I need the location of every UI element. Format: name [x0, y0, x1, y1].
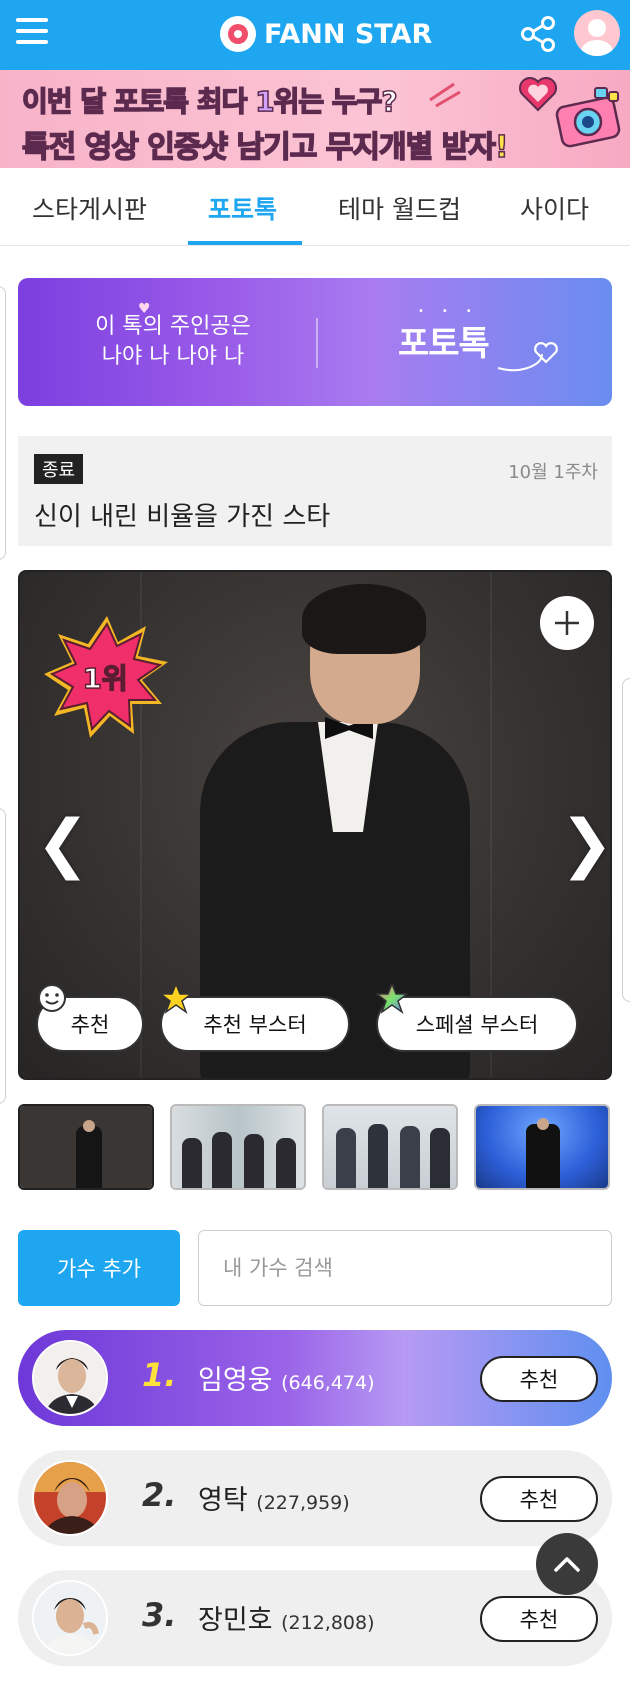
- thumbnail-figure: [368, 1124, 388, 1188]
- prev-photo-button[interactable]: ❮: [36, 812, 90, 876]
- rainbow-star-icon: [376, 982, 408, 1014]
- banner-caption: ♥ 이 톡의 주인공은 나야 나 나야 나: [68, 301, 278, 372]
- plus-icon: [555, 611, 579, 635]
- smile-icon: [38, 984, 66, 1012]
- event-week: 10월 1주차: [508, 462, 598, 483]
- vote-count: (646,474): [281, 1372, 375, 1394]
- sparkle-icon: [429, 82, 461, 108]
- singer-avatar: [32, 1460, 108, 1536]
- heart-dot-icon: ♥: [138, 301, 151, 317]
- camera-icon: [555, 87, 621, 148]
- ranking-row-1: 1. 임영웅 (646,474) 추천: [18, 1330, 612, 1426]
- recommend-button[interactable]: 추천: [480, 1476, 598, 1522]
- special-booster-label: 스페셜 부스터: [415, 1013, 539, 1037]
- photo-thumbnail-3[interactable]: [322, 1104, 458, 1190]
- rank-badge-label: 1위: [82, 662, 127, 695]
- recommend-button[interactable]: 추천: [480, 1356, 598, 1402]
- rank-badge: 1위: [44, 616, 168, 738]
- singer-search-input[interactable]: [198, 1230, 612, 1306]
- rank-number: 2.: [142, 1476, 177, 1514]
- singer-photo: [34, 1462, 106, 1534]
- thumbnail-figure: [276, 1138, 296, 1188]
- event-status-card: 종료 10월 1주차 신이 내린 비율을 가진 스타: [18, 436, 612, 546]
- promo-banner[interactable]: 이번 달 포토톡 최다 1위는 누구? 특전 영상 인증샷 남기고 무지개별 받…: [0, 70, 630, 168]
- tab-bar: 스타게시판 포토톡 테마 월드컵 사이다: [0, 168, 630, 246]
- vote-count: (212,808): [281, 1612, 375, 1634]
- photo-thumbnail-4[interactable]: [474, 1104, 610, 1190]
- singer-photo: [34, 1582, 106, 1654]
- ranking-row-2: 2. 영탁 (227,959) 추천: [18, 1450, 612, 1546]
- tab-star-board[interactable]: 스타게시판: [32, 190, 147, 226]
- share-icon[interactable]: [518, 14, 558, 54]
- chevron-up-icon: [554, 1557, 580, 1572]
- banner-title: 포토톡: [398, 324, 490, 364]
- thumbnail-figure: [244, 1134, 264, 1188]
- thumbnail-figure: [336, 1128, 356, 1188]
- thumbnail-figure: [76, 1126, 102, 1188]
- tab-active-indicator: [188, 241, 302, 245]
- tab-cider[interactable]: 사이다: [520, 190, 589, 226]
- vote-count: (227,959): [256, 1492, 350, 1514]
- photo-talk-banner[interactable]: ♥ 이 톡의 주인공은 나야 나 나야 나 ••• 포토톡: [18, 278, 612, 406]
- scroll-to-top-button[interactable]: [536, 1533, 598, 1595]
- profile-avatar[interactable]: [574, 10, 620, 56]
- person-hair: [302, 584, 426, 654]
- logo-text: FANN STAR: [264, 18, 433, 50]
- thumbnail-figure-head: [83, 1120, 95, 1132]
- tab-theme-worldcup[interactable]: 테마 월드컵: [338, 190, 461, 226]
- singer-name: 장민호 (212,808): [198, 1605, 375, 1636]
- event-title: 신이 내린 비율을 가진 스타: [34, 502, 331, 532]
- hamburger-icon[interactable]: [16, 18, 48, 48]
- star-icon: [160, 982, 192, 1014]
- rank-number: 3.: [142, 1596, 177, 1634]
- heart-doodle-icon: [497, 342, 558, 372]
- recommend-label: 추천: [70, 1013, 110, 1037]
- recommend-button[interactable]: 추천: [480, 1596, 598, 1642]
- photo-thumbnail-2[interactable]: [170, 1104, 306, 1190]
- app-header: FANN STAR: [0, 0, 630, 70]
- promo-line-1: 이번 달 포토톡 최다 1위는 누구?: [21, 84, 398, 119]
- logo[interactable]: FANN STAR: [220, 16, 432, 52]
- add-photo-button[interactable]: [540, 596, 594, 650]
- promo-line-2: 특전 영상 인증샷 남기고 무지개별 받자!: [21, 129, 509, 166]
- ranking-row-3: 3. 장민호 (212,808) 추천: [18, 1570, 612, 1666]
- left-edge-card: [0, 808, 6, 1104]
- singer-avatar: [32, 1580, 108, 1656]
- status-badge: 종료: [34, 454, 84, 484]
- singer-photo: [34, 1342, 106, 1414]
- thumbnail-figure-head: [537, 1118, 549, 1130]
- logo-mark-icon: [220, 16, 256, 52]
- recommend-booster-button[interactable]: 추천 부스터: [160, 982, 350, 1052]
- singer-name: 영탁 (227,959): [198, 1485, 350, 1516]
- thumbnail-figure: [400, 1126, 420, 1188]
- singer-name: 임영웅 (646,474): [198, 1365, 375, 1396]
- banner-divider: [316, 318, 318, 368]
- thumbnail-figure: [430, 1128, 450, 1188]
- thumbnail-figure: [182, 1138, 202, 1188]
- photo-thumbnail-1[interactable]: [18, 1104, 154, 1190]
- add-singer-button[interactable]: 가수 추가: [18, 1230, 180, 1306]
- singer-avatar: [32, 1340, 108, 1416]
- recommend-button[interactable]: 추천: [36, 984, 144, 1052]
- heart-icon: [519, 77, 557, 112]
- right-edge-card: [622, 678, 630, 1002]
- left-edge-card: [0, 286, 6, 560]
- next-photo-button[interactable]: ❯: [560, 812, 610, 876]
- main-photo[interactable]: 1위 ❮ ❯ 추천 추천 부스터 스페셜 부스터: [18, 570, 612, 1080]
- banner-line-2: 나야 나 나야 나: [101, 344, 245, 369]
- rank-number: 1.: [142, 1356, 177, 1394]
- tab-photo-talk[interactable]: 포토톡: [208, 190, 277, 226]
- thumbnail-figure: [212, 1132, 232, 1188]
- thumbnail-figure: [526, 1124, 560, 1188]
- banner-line-1: 이 톡의 주인공은: [95, 314, 251, 339]
- recommend-booster-label: 추천 부스터: [203, 1013, 307, 1037]
- special-booster-button[interactable]: 스페셜 부스터: [376, 982, 578, 1052]
